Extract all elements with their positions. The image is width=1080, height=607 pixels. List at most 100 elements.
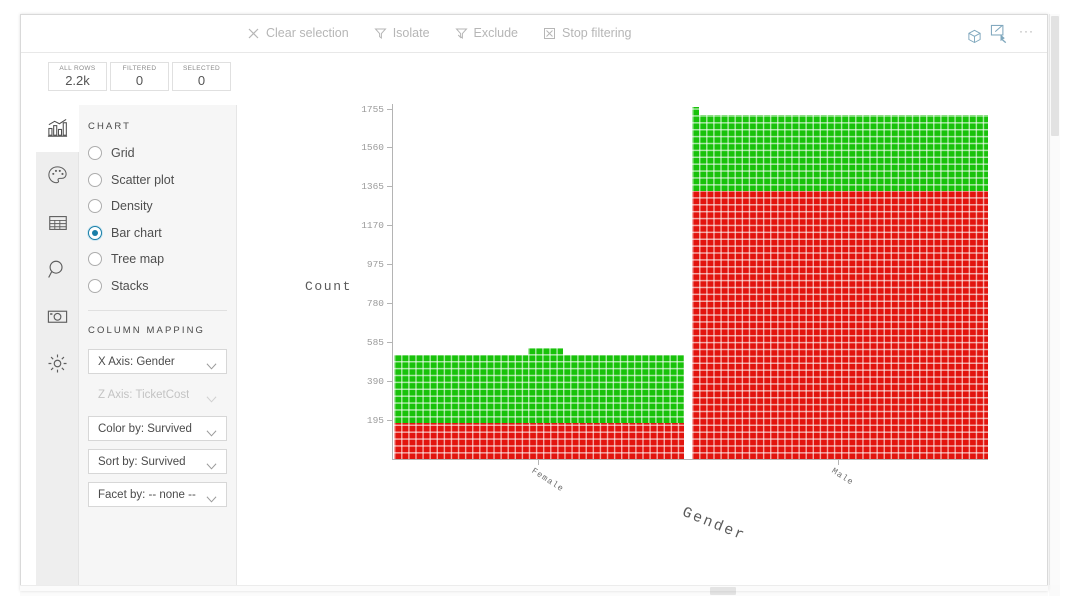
stat-filtered: FILTERED 0 xyxy=(110,62,169,91)
expand-icon[interactable] xyxy=(990,24,1011,50)
stat-value: 2.2k xyxy=(65,73,90,89)
z-axis-value: Z Axis: TicketCost xyxy=(98,388,190,401)
chart-option-grid[interactable]: Grid xyxy=(88,140,236,167)
bar-chart[interactable]: 1755 1560 1365 1170 975 780 585 390 195 … xyxy=(238,54,1047,586)
y-tick-mark xyxy=(387,381,392,382)
scrollbar-corner xyxy=(1049,585,1060,596)
x-tick-mark xyxy=(838,460,839,465)
chart-option-label: Tree map xyxy=(111,252,165,267)
color-by-value: Color by: Survived xyxy=(98,422,192,435)
y-tick-mark xyxy=(387,186,392,187)
horizontal-scrollbar[interactable] xyxy=(20,585,1048,596)
y-tick-mark xyxy=(387,420,392,421)
stat-value: 0 xyxy=(135,73,144,89)
clear-selection-label: Clear selection xyxy=(266,26,349,40)
vertical-scrollbar[interactable] xyxy=(1049,14,1060,591)
bar-male-survived-yes-notch[interactable] xyxy=(692,107,699,191)
chart-option-label: Density xyxy=(111,199,153,214)
bar-male-survived-no[interactable] xyxy=(692,191,988,459)
y-tick-label: 195 xyxy=(366,415,384,426)
z-axis-select: Z Axis: TicketCost xyxy=(88,382,227,407)
chevron-down-icon xyxy=(206,358,217,376)
bar-female-survived-yes-right[interactable] xyxy=(563,355,684,423)
y-tick-mark xyxy=(387,225,392,226)
gear-icon xyxy=(46,352,69,375)
isolate-label: Isolate xyxy=(392,26,430,40)
chart-option-tree-map[interactable]: Tree map xyxy=(88,246,236,273)
radio-icon[interactable] xyxy=(88,172,102,187)
chevron-down-icon xyxy=(206,491,217,509)
radio-icon[interactable] xyxy=(88,252,102,267)
stat-value: 0 xyxy=(197,73,206,89)
stat-label: SELECTED xyxy=(182,64,221,72)
bar-female-survived-no[interactable] xyxy=(394,423,684,459)
isolate-button[interactable]: Isolate xyxy=(370,24,434,42)
rail-item-search[interactable] xyxy=(36,246,79,293)
chart-option-label: Grid xyxy=(111,146,135,161)
scrollbar-thumb[interactable] xyxy=(710,587,736,595)
x-axis-select[interactable]: X Axis: Gender xyxy=(88,349,227,374)
rail-item-chart[interactable] xyxy=(36,105,79,152)
filter-toolbar: Clear selection Isolate Exclude Stop fil… xyxy=(21,15,1047,53)
x-axis-line xyxy=(392,459,988,460)
y-tick-label: 1365 xyxy=(361,181,384,192)
chart-section-title: CHART xyxy=(88,121,132,132)
x-axis-title: Gender xyxy=(679,504,749,545)
table-icon xyxy=(47,212,69,234)
rail-item-palette[interactable] xyxy=(36,152,79,199)
chart-icon xyxy=(46,117,69,140)
clear-selection-button[interactable]: Clear selection xyxy=(243,24,353,42)
cube-icon[interactable] xyxy=(967,29,982,49)
color-by-select[interactable]: Color by: Survived xyxy=(88,416,227,441)
y-tick-mark xyxy=(387,264,392,265)
radio-icon[interactable] xyxy=(88,146,102,161)
chart-option-stacks[interactable]: Stacks xyxy=(88,273,236,300)
x-axis-value: X Axis: Gender xyxy=(98,355,175,368)
camera-icon xyxy=(46,305,69,328)
stop-filtering-label: Stop filtering xyxy=(562,26,632,40)
radio-icon-selected[interactable] xyxy=(88,225,102,240)
more-options-icon[interactable]: ··· xyxy=(1019,24,1034,38)
search-icon xyxy=(46,258,69,281)
rail-item-settings[interactable] xyxy=(36,340,79,387)
radio-icon[interactable] xyxy=(88,199,102,214)
chart-option-label: Bar chart xyxy=(111,225,162,240)
stat-label: FILTERED xyxy=(122,64,157,72)
radio-icon[interactable] xyxy=(88,278,102,293)
tool-rail xyxy=(36,105,79,586)
y-tick-label: 1560 xyxy=(361,142,384,153)
y-tick-label: 780 xyxy=(366,298,384,309)
rail-item-camera[interactable] xyxy=(36,293,79,340)
close-icon xyxy=(247,27,260,40)
chevron-down-icon xyxy=(206,458,217,476)
facet-by-value: Facet by: -- none -- xyxy=(98,488,196,501)
x-tick-label-male: Male xyxy=(829,466,856,488)
y-tick-label: 975 xyxy=(366,259,384,270)
y-tick-mark xyxy=(387,342,392,343)
sort-by-select[interactable]: Sort by: Survived xyxy=(88,449,227,474)
y-tick-mark xyxy=(387,303,392,304)
stat-all-rows: ALL ROWS 2.2k xyxy=(48,62,107,91)
mapping-section-title: COLUMN MAPPING xyxy=(88,325,206,336)
y-tick-label: 585 xyxy=(366,337,384,348)
panel-divider xyxy=(88,310,227,311)
chart-option-density[interactable]: Density xyxy=(88,193,236,220)
bar-female-survived-yes-left[interactable] xyxy=(394,355,528,423)
stop-filtering-button[interactable]: Stop filtering xyxy=(539,24,635,42)
rail-item-table[interactable] xyxy=(36,199,79,246)
x-tick-mark xyxy=(538,460,539,465)
facet-by-select[interactable]: Facet by: -- none -- xyxy=(88,482,227,507)
stat-label: ALL ROWS xyxy=(59,64,96,72)
chart-option-scatter-plot[interactable]: Scatter plot xyxy=(88,167,236,194)
y-axis-title: Count xyxy=(305,279,353,294)
settings-panel: CHART Grid Scatter plot Density Bar char… xyxy=(79,105,237,586)
y-tick-mark xyxy=(387,147,392,148)
bar-female-survived-yes-mid[interactable] xyxy=(528,348,563,423)
y-axis-line xyxy=(392,104,393,460)
chart-option-bar-chart[interactable]: Bar chart xyxy=(88,220,236,247)
funnel-exclude-icon xyxy=(454,27,468,40)
exclude-button[interactable]: Exclude xyxy=(451,24,522,42)
bar-male-survived-yes[interactable] xyxy=(699,115,988,191)
chart-option-label: Scatter plot xyxy=(111,172,175,187)
scrollbar-thumb[interactable] xyxy=(1051,16,1059,136)
